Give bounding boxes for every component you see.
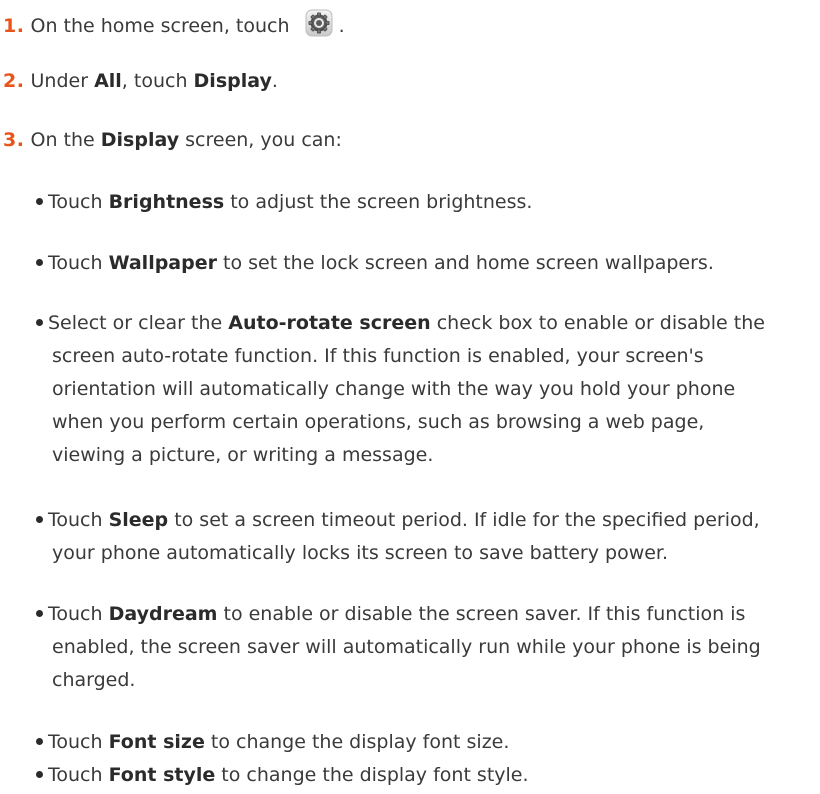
step-1: 1. On the home screen, touch . bbox=[3, 4, 345, 37]
bullet-text: check box to enable or disable the bbox=[430, 312, 765, 334]
bullet-text: Touch bbox=[48, 509, 109, 531]
bullet-sleep: Touch Sleep to set a screen timeout peri… bbox=[36, 504, 796, 570]
bullet-line: orientation will automatically change wi… bbox=[52, 378, 736, 400]
bold-term-all: All bbox=[94, 70, 122, 92]
bullet-line: your phone automatically locks its scree… bbox=[52, 542, 669, 564]
bullet-text: to adjust the screen brightness. bbox=[224, 191, 533, 213]
bullet-line: Touch Sleep to set a screen timeout peri… bbox=[36, 504, 796, 537]
bullet-text: Touch bbox=[48, 191, 109, 213]
bullet-brightness: Touch Brightness to adjust the screen br… bbox=[36, 186, 796, 219]
step-text-end: screen, you can: bbox=[179, 129, 342, 151]
step-2: 2. Under All, touch Display. bbox=[3, 66, 278, 96]
bullet-dot bbox=[36, 516, 43, 523]
bold-term-font-size: Font size bbox=[108, 731, 205, 753]
bullet-text: to set the lock screen and home screen w… bbox=[216, 252, 714, 274]
bullet-dot bbox=[36, 771, 43, 778]
bold-term-font-style: Font style bbox=[108, 764, 216, 786]
bullet-text: Touch bbox=[48, 731, 109, 753]
bold-term-sleep: Sleep bbox=[108, 509, 169, 531]
step-text-end: . bbox=[271, 70, 278, 92]
bold-term-display: Display bbox=[193, 70, 272, 92]
bullet-line: charged. bbox=[52, 669, 136, 691]
bullet-line: Select or clear the Auto-rotate screen c… bbox=[36, 307, 796, 340]
bullet-text: to change the display font style. bbox=[215, 764, 529, 786]
bullet-font-style: Touch Font style to change the display f… bbox=[36, 759, 796, 792]
bullet-text: Select or clear the bbox=[48, 312, 229, 334]
bold-term-brightness: Brightness bbox=[108, 191, 225, 213]
bullet-dot bbox=[36, 319, 43, 326]
bullet-line: when you perform certain operations, suc… bbox=[52, 411, 705, 433]
step-3: 3. On the Display screen, you can: bbox=[3, 125, 342, 155]
instruction-document: 1. On the home screen, touch . 2. Under … bbox=[0, 0, 820, 794]
bold-term-auto-rotate-screen: Auto-rotate screen bbox=[228, 312, 431, 334]
bullet-line: enabled, the screen saver will automatic… bbox=[52, 636, 761, 658]
bullet-auto-rotate: Select or clear the Auto-rotate screen c… bbox=[36, 307, 796, 472]
bullet-line: screen auto-rotate function. If this fun… bbox=[52, 345, 704, 367]
step-text: , touch bbox=[121, 70, 194, 92]
bold-term-daydream: Daydream bbox=[108, 603, 218, 625]
bullet-dot bbox=[36, 610, 43, 617]
bullet-text: to change the display font size. bbox=[204, 731, 510, 753]
step-number: 3. bbox=[3, 129, 25, 151]
bullet-line: Touch Daydream to enable or disable the … bbox=[36, 598, 796, 631]
bullet-text: Touch bbox=[48, 252, 109, 274]
bold-term-wallpaper: Wallpaper bbox=[108, 252, 217, 274]
bullet-dot bbox=[36, 198, 43, 205]
bullet-dot bbox=[36, 259, 43, 266]
bullet-text: to set a screen timeout period. If idle … bbox=[168, 509, 760, 531]
step-text: Under bbox=[30, 70, 95, 92]
step-text: On the home screen, touch bbox=[30, 15, 290, 37]
bullet-text: to enable or disable the screen saver. I… bbox=[217, 603, 746, 625]
bullet-font-size: Touch Font size to change the display fo… bbox=[36, 726, 796, 759]
bullet-daydream: Touch Daydream to enable or disable the … bbox=[36, 598, 796, 697]
bullet-wallpaper: Touch Wallpaper to set the lock screen a… bbox=[36, 247, 796, 280]
bullet-dot bbox=[36, 738, 43, 745]
bullet-text: Touch bbox=[48, 764, 109, 786]
bold-term-display: Display bbox=[100, 129, 180, 151]
step-text: On the bbox=[30, 129, 101, 151]
bullet-line: viewing a picture, or writing a message. bbox=[52, 444, 434, 466]
step-text-end: . bbox=[338, 15, 345, 37]
step-number: 1. bbox=[3, 15, 25, 37]
step-number: 2. bbox=[3, 70, 25, 92]
bullet-text: Touch bbox=[48, 603, 109, 625]
settings-gear-icon bbox=[305, 9, 333, 37]
